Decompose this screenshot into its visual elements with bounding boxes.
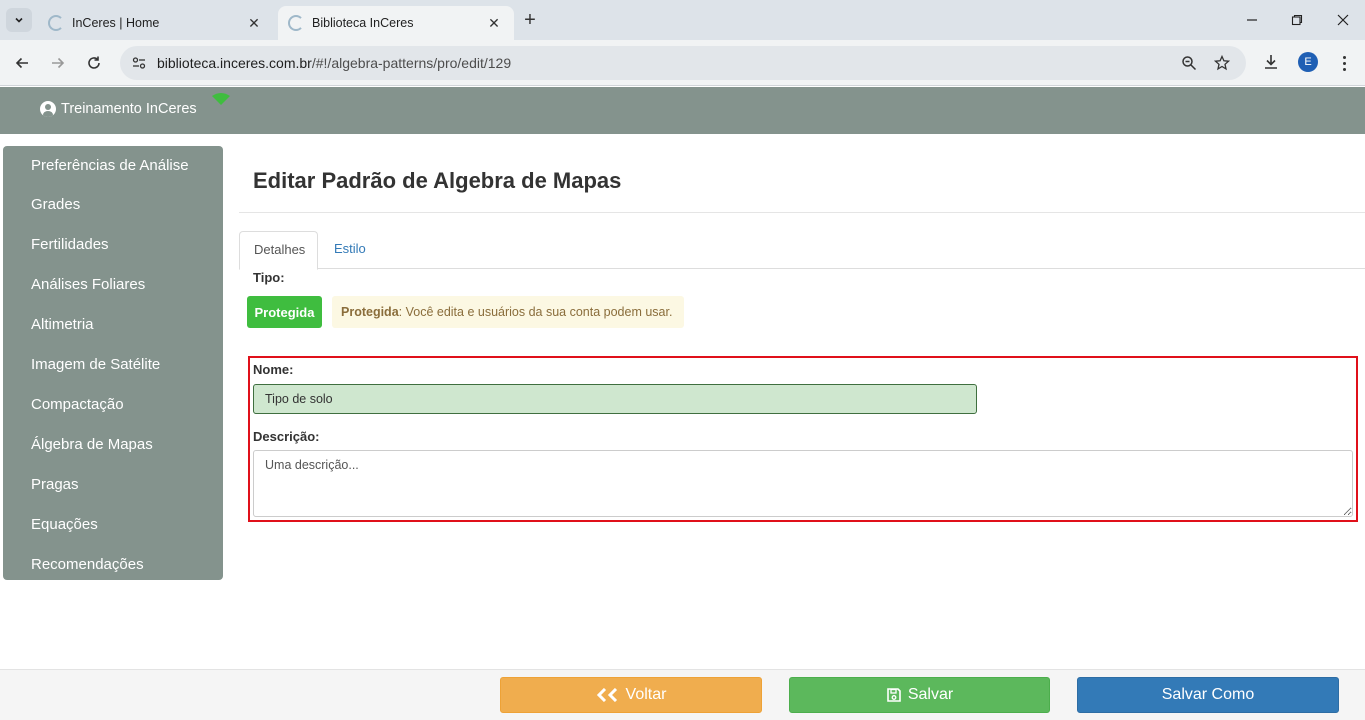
divider — [239, 212, 1365, 213]
sidebar-item-altimetria[interactable]: Altimetria — [3, 305, 223, 345]
save-as-button-label: Salvar Como — [1161, 686, 1255, 703]
browser-tab-biblioteca[interactable]: Biblioteca InCeres ✕ — [278, 6, 514, 40]
profile-avatar[interactable]: E — [1298, 52, 1318, 72]
url-host: biblioteca.inceres.com.br — [157, 55, 312, 71]
url-text: biblioteca.inceres.com.br/#!/algebra-pat… — [157, 55, 511, 71]
user-icon — [40, 101, 56, 117]
tab-detalhes[interactable]: Detalhes — [239, 231, 318, 270]
app-header: Treinamento InCeres — [0, 87, 1365, 134]
tab-list-button[interactable] — [6, 8, 32, 32]
favicon-icon — [48, 15, 64, 31]
back-button-label: Voltar — [625, 686, 667, 703]
url-path: /#!/algebra-patterns/pro/edit/129 — [311, 55, 512, 71]
new-tab-button[interactable]: + — [520, 10, 540, 30]
sidebar-item-fertilidades[interactable]: Fertilidades — [3, 225, 223, 265]
user-menu[interactable]: Treinamento InCeres — [40, 101, 197, 117]
close-icon[interactable]: ✕ — [484, 13, 504, 33]
back-arrow-icon[interactable] — [10, 51, 34, 75]
save-button-label: Salvar — [907, 686, 954, 703]
address-bar[interactable]: biblioteca.inceres.com.br/#!/algebra-pat… — [120, 46, 1246, 80]
bookmark-star-icon[interactable] — [1213, 54, 1231, 72]
content-tabs: Detalhes Estilo — [239, 231, 1365, 270]
zoom-icon[interactable] — [1180, 54, 1198, 72]
browser-tab-title: Biblioteca InCeres — [312, 16, 414, 30]
wifi-icon — [212, 93, 230, 105]
sidebar-item-grades[interactable]: Grades — [3, 185, 223, 225]
sidebar-item-recomendacoes[interactable]: Recomendações — [3, 545, 223, 585]
description-label: Descrição: — [253, 429, 320, 444]
user-label: Treinamento InCeres — [61, 101, 197, 117]
browser-tab-title: InCeres | Home — [72, 16, 160, 30]
sidebar-item-algebra-mapas[interactable]: Álgebra de Mapas — [3, 425, 223, 465]
type-info-box: Protegida: Você edita e usuários da sua … — [332, 296, 684, 328]
sidebar-item-compactacao[interactable]: Compactação — [3, 385, 223, 425]
favicon-icon — [288, 15, 304, 31]
browser-menu-icon[interactable] — [1334, 52, 1354, 74]
window-close-icon[interactable] — [1333, 10, 1353, 30]
sidebar: Preferências de Análise Grades Fertilida… — [3, 146, 223, 580]
browser-tab-bar: InCeres | Home ✕ Biblioteca InCeres ✕ + — [0, 0, 1365, 40]
sidebar-item-pragas[interactable]: Pragas — [3, 465, 223, 505]
sidebar-item-equacoes[interactable]: Equações — [3, 505, 223, 545]
minimize-icon[interactable] — [1242, 10, 1262, 30]
chevron-down-icon — [15, 17, 23, 23]
close-icon[interactable]: ✕ — [244, 13, 264, 33]
save-as-button[interactable]: Salvar Como — [1077, 677, 1339, 713]
name-input[interactable] — [253, 384, 977, 414]
double-chevron-left-icon — [596, 688, 620, 702]
reload-icon[interactable] — [82, 51, 106, 75]
forward-arrow-icon[interactable] — [46, 51, 70, 75]
sidebar-item-preferencias-analise[interactable]: Preferências de Análise — [3, 146, 223, 185]
type-badge-protegida[interactable]: Protegida — [247, 296, 322, 328]
download-icon[interactable] — [1262, 53, 1280, 71]
type-info-text: : Você edita e usuários da sua conta pod… — [398, 305, 673, 319]
site-info-icon[interactable] — [130, 54, 148, 72]
name-label: Nome: — [253, 362, 294, 377]
sidebar-item-analises-foliares[interactable]: Análises Foliares — [3, 265, 223, 305]
sidebar-item-imagem-satelite[interactable]: Imagem de Satélite — [3, 345, 223, 385]
browser-toolbar: biblioteca.inceres.com.br/#!/algebra-pat… — [0, 40, 1365, 86]
tab-estilo[interactable]: Estilo — [320, 231, 380, 269]
restore-icon[interactable] — [1287, 10, 1307, 30]
description-textarea[interactable] — [253, 450, 1353, 517]
floppy-disk-icon — [886, 687, 902, 703]
browser-tab-home[interactable]: InCeres | Home ✕ — [38, 6, 274, 40]
type-label: Tipo: — [253, 270, 285, 285]
save-button[interactable]: Salvar — [789, 677, 1050, 713]
page-title: Editar Padrão de Algebra de Mapas — [253, 168, 622, 193]
back-button[interactable]: Voltar — [500, 677, 762, 713]
type-info-strong: Protegida — [341, 305, 399, 319]
